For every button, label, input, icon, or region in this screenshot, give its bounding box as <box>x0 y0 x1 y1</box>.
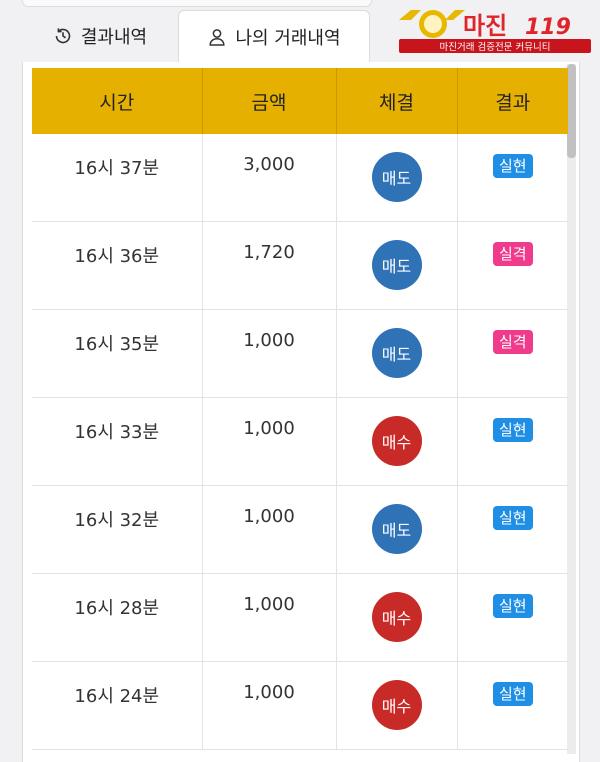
tab-results-history-label: 결과내역 <box>80 27 148 48</box>
cell-trade: 매수 <box>336 397 458 486</box>
header-result: 결과 <box>457 68 568 134</box>
tab-results-history[interactable]: 결과내역 <box>22 10 178 62</box>
majin119-logo: 마진 119 마진거래 검증전문 커뮤니티 <box>399 10 591 53</box>
amount-text: 1,720 <box>243 242 295 263</box>
cell-trade: 매도 <box>336 134 458 222</box>
logo-subtitle: 마진거래 검증전문 커뮤니티 <box>440 41 551 53</box>
scrollbar-track[interactable] <box>567 64 576 754</box>
result-badge-realized: 실현 <box>492 682 533 706</box>
buy-badge: 매수 <box>371 416 422 466</box>
header-trade: 체결 <box>336 68 458 134</box>
cell-time: 16시 24분 <box>32 661 203 750</box>
table-header-row: 시간 금액 체결 결과 <box>32 68 568 134</box>
amount-text: 1,000 <box>243 330 295 351</box>
sell-badge: 매도 <box>371 328 422 378</box>
amount-text: 3,000 <box>243 154 295 175</box>
cell-amount: 1,000 <box>202 309 337 398</box>
logo-number: 119 <box>525 15 571 40</box>
scrollbar-thumb[interactable] <box>567 64 576 158</box>
cell-time: 16시 33분 <box>32 397 203 486</box>
cell-time: 16시 28분 <box>32 573 203 662</box>
buy-badge: 매수 <box>371 680 422 730</box>
result-badge-realized: 실현 <box>492 594 533 618</box>
cell-amount: 1,000 <box>202 397 337 486</box>
time-text: 16시 35분 <box>74 334 160 355</box>
cell-amount: 1,000 <box>202 573 337 662</box>
header-time: 시간 <box>32 68 203 134</box>
top-input-edge <box>22 0 372 7</box>
cell-result: 실현 <box>457 485 568 574</box>
sell-badge: 매도 <box>371 240 422 290</box>
table-row: 16시 36분 1,720 매도 실격 <box>32 221 568 310</box>
user-icon <box>207 27 227 47</box>
sell-badge: 매도 <box>371 152 422 202</box>
time-text: 16시 36분 <box>74 246 160 267</box>
time-text: 16시 32분 <box>74 510 160 531</box>
cell-time: 16시 32분 <box>32 485 203 574</box>
result-badge-realized: 실현 <box>492 506 533 530</box>
time-text: 16시 24분 <box>74 686 160 707</box>
amount-text: 1,000 <box>243 682 295 703</box>
buy-badge: 매수 <box>371 592 422 642</box>
header-amount: 금액 <box>202 68 337 134</box>
cell-result: 실격 <box>457 309 568 398</box>
table-body: 16시 37분 3,000 매도 실현 16시 36분 1,720 매도 실격 … <box>32 134 568 750</box>
cell-result: 실현 <box>457 661 568 750</box>
cell-amount: 1,000 <box>202 661 337 750</box>
table-row: 16시 35분 1,000 매도 실격 <box>32 309 568 398</box>
cell-trade: 매수 <box>336 573 458 662</box>
cell-time: 16시 36분 <box>32 221 203 310</box>
history-icon <box>53 26 73 46</box>
cell-trade: 매도 <box>336 485 458 574</box>
result-badge-realized: 실현 <box>492 418 533 442</box>
cell-amount: 1,720 <box>202 221 337 310</box>
logo-title: 마진 <box>463 12 507 40</box>
table-row: 16시 28분 1,000 매수 실현 <box>32 573 568 662</box>
time-text: 16시 28분 <box>74 598 160 619</box>
cell-trade: 매도 <box>336 221 458 310</box>
cell-amount: 1,000 <box>202 485 337 574</box>
cell-time: 16시 37분 <box>32 134 203 222</box>
cell-trade: 매도 <box>336 309 458 398</box>
tab-my-trades-label: 나의 거래내역 <box>235 28 341 49</box>
result-badge-realized: 실현 <box>492 154 533 178</box>
cell-result: 실현 <box>457 397 568 486</box>
tab-bar: 결과내역 나의 거래내역 마진 119 마진거래 검증전문 커뮤니티 <box>0 0 600 63</box>
amount-text: 1,000 <box>243 418 295 439</box>
result-badge-failed: 실격 <box>492 242 533 266</box>
table-row: 16시 32분 1,000 매도 실현 <box>32 485 568 574</box>
table-row: 16시 24분 1,000 매수 실현 <box>32 661 568 750</box>
time-text: 16시 37분 <box>74 158 160 179</box>
cell-result: 실현 <box>457 134 568 222</box>
trade-history-table: 시간 금액 체결 결과 16시 37분 3,000 매도 실현 16시 36분 … <box>32 68 568 750</box>
result-badge-failed: 실격 <box>492 330 533 354</box>
table-row: 16시 37분 3,000 매도 실현 <box>32 134 568 222</box>
cell-result: 실격 <box>457 221 568 310</box>
amount-text: 1,000 <box>243 506 295 527</box>
cell-trade: 매수 <box>336 661 458 750</box>
tab-my-trades[interactable]: 나의 거래내역 <box>178 10 370 63</box>
amount-text: 1,000 <box>243 594 295 615</box>
cell-result: 실현 <box>457 573 568 662</box>
cell-amount: 3,000 <box>202 134 337 222</box>
time-text: 16시 33분 <box>74 422 160 443</box>
table-row: 16시 33분 1,000 매수 실현 <box>32 397 568 486</box>
sell-badge: 매도 <box>371 504 422 554</box>
cell-time: 16시 35분 <box>32 309 203 398</box>
